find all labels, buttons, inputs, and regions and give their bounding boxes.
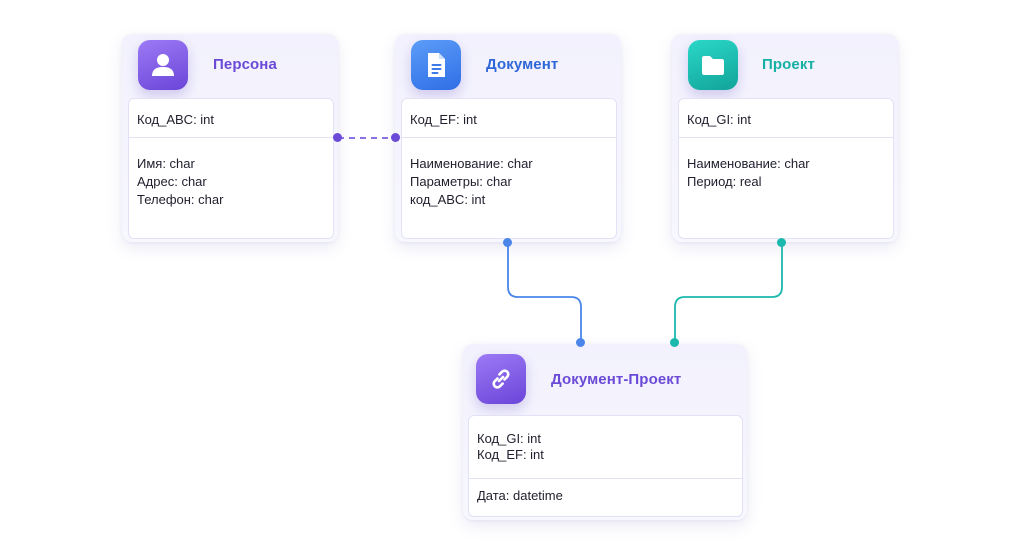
key-section: Код_GI: int Код_EF: int: [469, 431, 742, 463]
attribute-field: Наименование: char: [410, 156, 533, 171]
entity-fields: Код_GI: int Код_EF: int Дата: datetime: [468, 415, 743, 517]
attribute-section: Дата: datetime: [469, 487, 742, 505]
key-field: Код_EF: int: [477, 447, 544, 462]
section-divider: [679, 137, 893, 138]
entity-card-person[interactable]: Персона Код_ABC: int Имя: char Адрес: ch…: [122, 34, 338, 242]
link-icon: [476, 354, 526, 404]
project-docproject-link: [674, 243, 783, 343]
section-divider: [129, 137, 333, 138]
entity-title: Персона: [213, 56, 277, 73]
attribute-field: Наименование: char: [687, 156, 810, 171]
entity-header: Проект: [672, 34, 898, 96]
attribute-section: Имя: char Адрес: char Телефон: char: [129, 155, 333, 209]
attribute-section: Наименование: char Период: real: [679, 155, 893, 191]
attribute-field: Период: real: [687, 174, 762, 189]
key-section: Код_EF: int: [402, 111, 616, 129]
er-diagram: Персона Код_ABC: int Имя: char Адрес: ch…: [0, 0, 1024, 549]
entity-fields: Код_GI: int Наименование: char Период: r…: [678, 98, 894, 239]
section-divider: [469, 478, 742, 479]
entity-title: Документ: [486, 56, 559, 73]
attribute-section: Наименование: char Параметры: char код_A…: [402, 155, 616, 209]
connector-dot: [503, 238, 512, 247]
attribute-field: код_ABC: int: [410, 192, 486, 207]
key-section: Код_GI: int: [679, 111, 893, 129]
connector-dot: [576, 338, 585, 347]
attribute-field: Имя: char: [137, 156, 195, 171]
entity-title: Документ-Проект: [551, 371, 682, 388]
key-field: Код_ABC: int: [137, 112, 215, 127]
entity-fields: Код_EF: int Наименование: char Параметры…: [401, 98, 617, 239]
key-field: Код_GI: int: [477, 431, 542, 446]
entity-card-document[interactable]: Документ Код_EF: int Наименование: char …: [395, 34, 621, 242]
attribute-field: Телефон: char: [137, 192, 224, 207]
key-field: Код_EF: int: [410, 112, 477, 127]
attribute-field: Адрес: char: [137, 174, 207, 189]
connector-dot: [777, 238, 786, 247]
person-icon: [138, 40, 188, 90]
key-section: Код_ABC: int: [129, 111, 333, 129]
entity-card-project[interactable]: Проект Код_GI: int Наименование: char Пе…: [672, 34, 898, 242]
entity-header: Документ: [395, 34, 621, 96]
section-divider: [402, 137, 616, 138]
entity-card-document-project[interactable]: Документ-Проект Код_GI: int Код_EF: int …: [463, 344, 747, 520]
document-icon: [411, 40, 461, 90]
connector-dot: [391, 133, 400, 142]
folder-icon: [688, 40, 738, 90]
connector-dot: [333, 133, 342, 142]
entity-title: Проект: [762, 56, 815, 73]
key-field: Код_GI: int: [687, 112, 752, 127]
attribute-field: Дата: datetime: [477, 488, 563, 503]
entity-header: Документ-Проект: [463, 344, 747, 406]
entity-header: Персона: [122, 34, 338, 96]
entity-fields: Код_ABC: int Имя: char Адрес: char Телеф…: [128, 98, 334, 239]
attribute-field: Параметры: char: [410, 174, 512, 189]
connector-dot: [670, 338, 679, 347]
document-docproject-link: [507, 243, 582, 343]
